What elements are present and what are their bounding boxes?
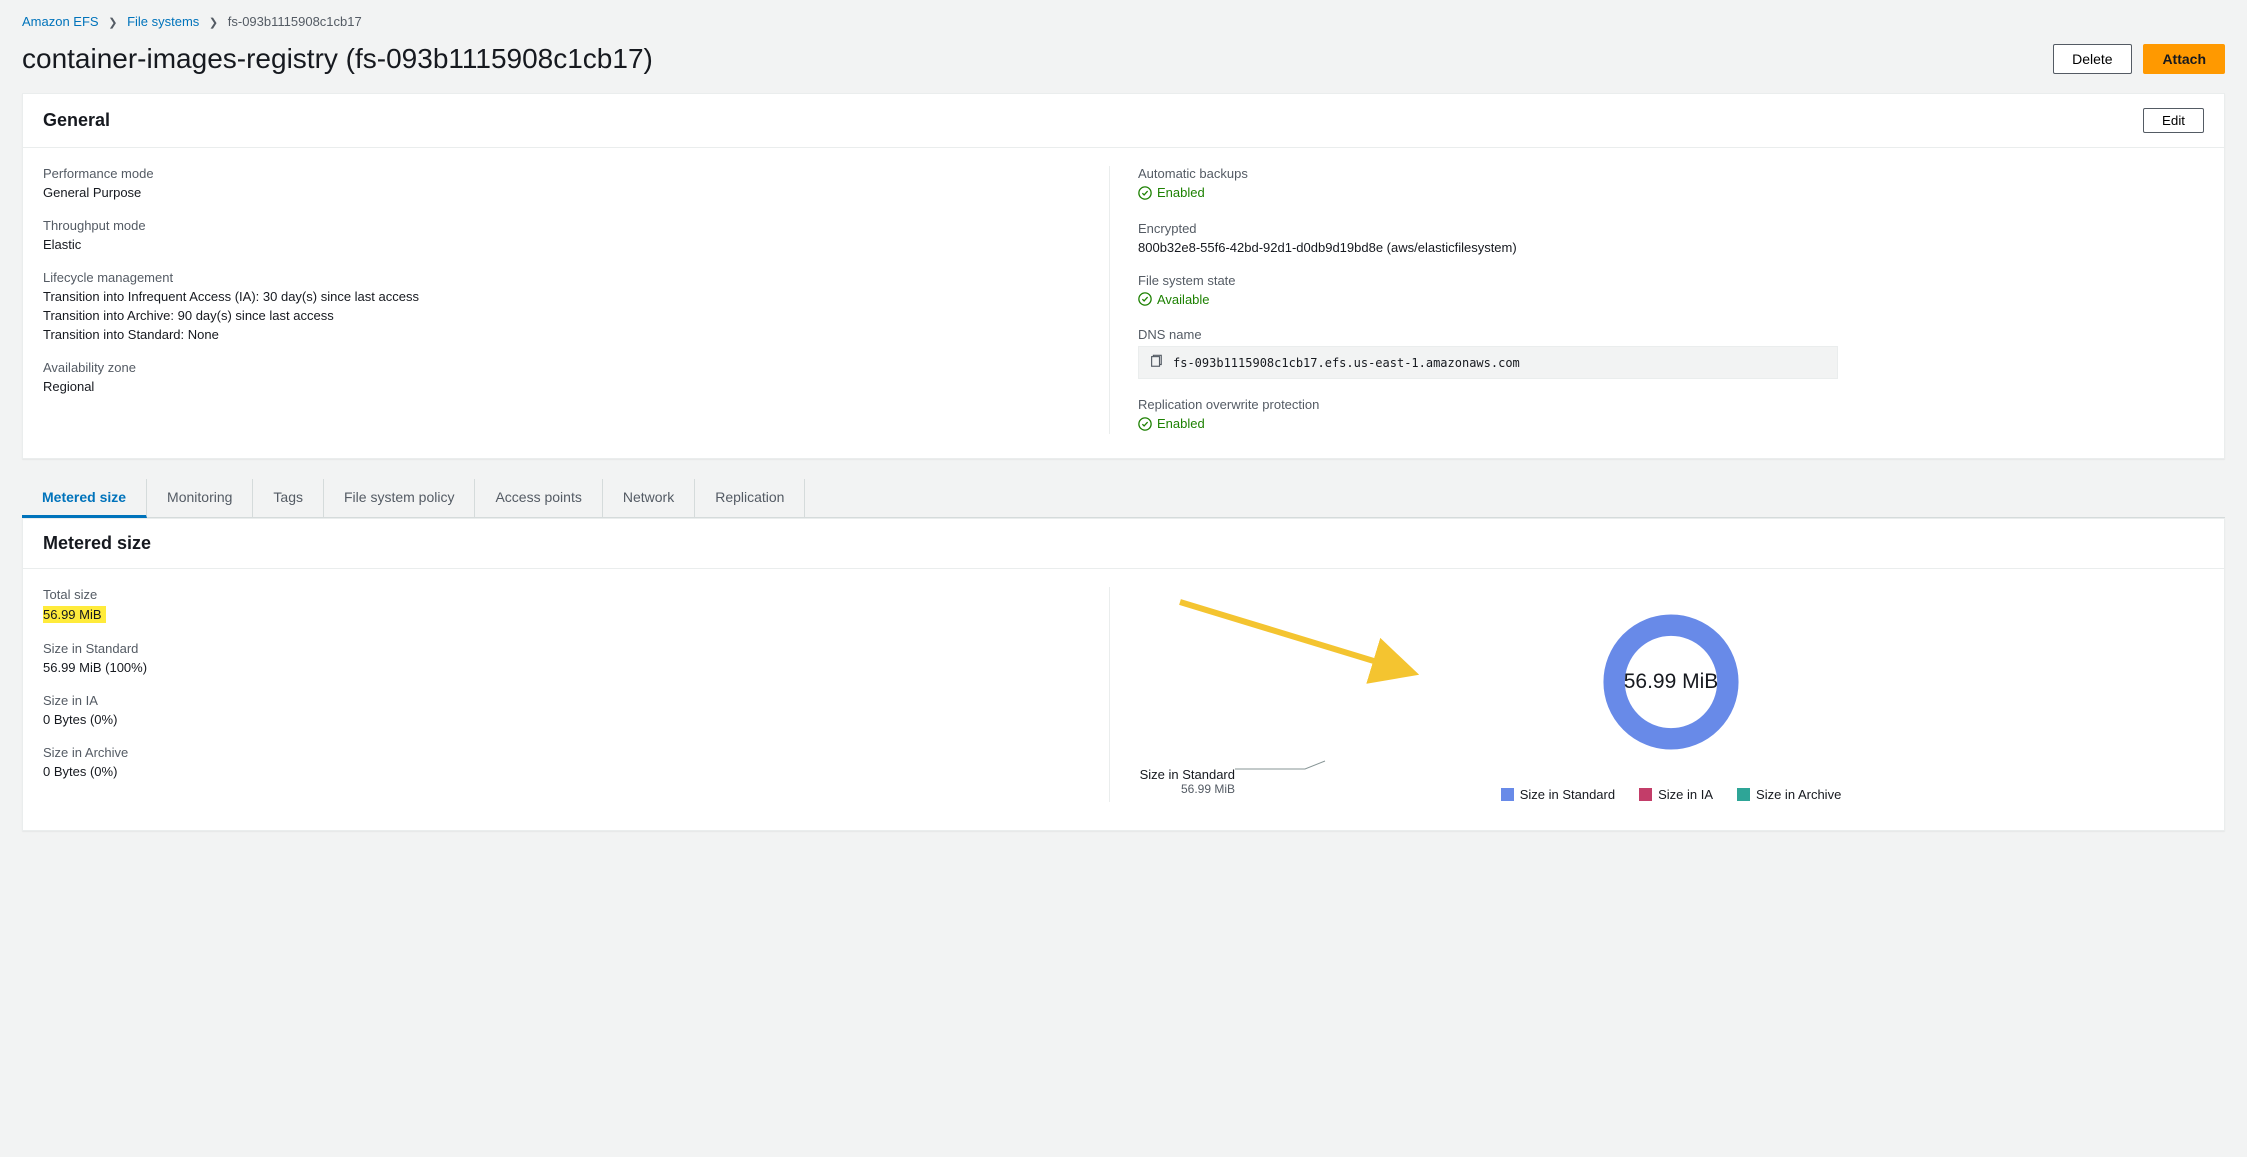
lifecycle-archive: Transition into Archive: 90 day(s) since… [43,308,1109,323]
edit-button[interactable]: Edit [2143,108,2204,133]
donut-center-label: 56.99 MiB [1596,607,1746,757]
file-system-state-value: Available [1138,292,1210,307]
page-title: container-images-registry (fs-093b111590… [22,43,653,75]
lifecycle-standard: Transition into Standard: None [43,327,1109,342]
file-system-state-label: File system state [1138,273,2204,288]
size-archive-value: 0 Bytes (0%) [43,764,1109,779]
total-size-value: 56.99 MiB [43,606,1109,623]
metered-size-heading: Metered size [43,533,151,554]
delete-button[interactable]: Delete [2053,44,2131,74]
tab-file-system-policy[interactable]: File system policy [324,479,475,517]
throughput-mode-label: Throughput mode [43,218,1109,233]
encrypted-value: 800b32e8-55f6-42bd-92d1-d0db9d19bd8e (aw… [1138,240,2204,255]
lifecycle-ia: Transition into Infrequent Access (IA): … [43,289,1109,304]
performance-mode-value: General Purpose [43,185,1109,200]
replication-protection-value: Enabled [1138,416,1205,431]
copy-icon[interactable] [1149,354,1163,371]
donut-leader-label: Size in Standard 56.99 MiB [995,767,1235,796]
size-ia-value: 0 Bytes (0%) [43,712,1109,727]
total-size-label: Total size [43,587,1109,602]
lifecycle-label: Lifecycle management [43,270,1109,285]
chevron-right-icon: ❯ [108,17,117,29]
encrypted-label: Encrypted [1138,221,2204,236]
tab-metered-size[interactable]: Metered size [22,479,147,518]
breadcrumb: Amazon EFS ❯ File systems ❯ fs-093b11159… [22,14,2225,29]
availability-zone-label: Availability zone [43,360,1109,375]
general-panel: General Edit Performance mode General Pu… [22,93,2225,459]
tab-network[interactable]: Network [603,479,695,517]
legend-ia: Size in IA [1639,787,1713,802]
breadcrumb-parent[interactable]: File systems [127,14,199,29]
tab-monitoring[interactable]: Monitoring [147,479,253,517]
legend-archive: Size in Archive [1737,787,1841,802]
dns-name-value: fs-093b1115908c1cb17.efs.us-east-1.amazo… [1173,356,1520,370]
automatic-backups-value: Enabled [1138,185,1205,200]
check-circle-icon [1138,186,1152,200]
tab-access-points[interactable]: Access points [475,479,602,517]
metered-size-panel: Metered size Total size 56.99 MiB Size i… [22,518,2225,831]
automatic-backups-label: Automatic backups [1138,166,2204,181]
general-heading: General [43,110,110,131]
tab-replication[interactable]: Replication [695,479,805,517]
breadcrumb-current: fs-093b1115908c1cb17 [228,14,362,29]
size-standard-label: Size in Standard [43,641,1109,656]
annotation-arrow-icon [1170,587,1430,707]
breadcrumb-root[interactable]: Amazon EFS [22,14,99,29]
check-circle-icon [1138,417,1152,431]
throughput-mode-value: Elastic [43,237,1109,252]
performance-mode-label: Performance mode [43,166,1109,181]
check-circle-icon [1138,292,1152,306]
replication-protection-label: Replication overwrite protection [1138,397,2204,412]
dns-name-label: DNS name [1138,327,2204,342]
chevron-right-icon: ❯ [209,17,218,29]
size-ia-label: Size in IA [43,693,1109,708]
size-archive-label: Size in Archive [43,745,1109,760]
size-standard-value: 56.99 MiB (100%) [43,660,1109,675]
tab-tags[interactable]: Tags [253,479,324,517]
lifecycle-values: Transition into Infrequent Access (IA): … [43,289,1109,342]
chart-legend: Size in Standard Size in IA Size in Arch… [1501,787,1842,802]
tabs: Metered size Monitoring Tags File system… [22,479,2225,518]
legend-standard: Size in Standard [1501,787,1615,802]
dns-name-box: fs-093b1115908c1cb17.efs.us-east-1.amazo… [1138,346,1838,379]
metered-size-donut-chart: 56.99 MiB [1596,607,1746,757]
attach-button[interactable]: Attach [2143,44,2225,74]
availability-zone-value: Regional [43,379,1109,394]
